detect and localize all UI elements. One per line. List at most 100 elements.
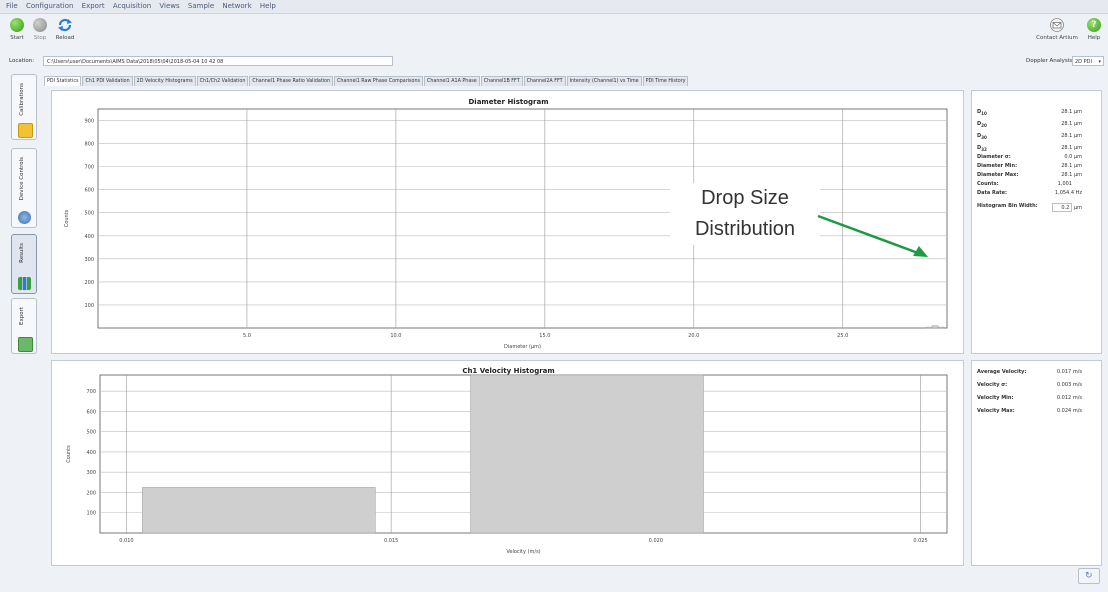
location-field[interactable]: C:\Users\user\Documents\AIMS Data\2018\0… xyxy=(43,56,393,66)
sidebar: Calibrations Device Controls Results Exp… xyxy=(11,74,39,574)
reload-icon xyxy=(57,18,73,32)
stat-label: Counts: xyxy=(977,181,999,187)
help-icon: ? xyxy=(1087,18,1101,32)
annotation-line-1: Drop Size xyxy=(701,187,789,209)
x-tick-label: 10.0 xyxy=(390,333,401,339)
menu-bar: File Configuration Export Acquisition Vi… xyxy=(0,0,1108,14)
tab-pdi-time-history[interactable]: PDI Time History xyxy=(642,76,689,86)
stat-unit: m/s xyxy=(1072,408,1082,414)
menu-configuration[interactable]: Configuration xyxy=(26,2,73,10)
doppler-analysis-value: 2D PDI xyxy=(1075,59,1092,65)
stat-unit: m/s xyxy=(1072,369,1082,375)
stat-unit: µm xyxy=(1073,145,1082,151)
y-tick-label: 900 xyxy=(84,119,94,125)
y-tick-label: 700 xyxy=(86,389,96,395)
stat-unit: m/s xyxy=(1072,395,1082,401)
drop-size-annotation: Drop Size Distribution xyxy=(670,183,820,245)
y-axis-label: Counts xyxy=(64,209,70,227)
sidebar-item-results[interactable]: Results xyxy=(11,234,37,294)
stat-velocity-min: Velocity Min: 0.012 m/s xyxy=(977,395,1082,401)
stat-value: 0.0 xyxy=(1064,154,1073,160)
diameter-stats-panel: D10 28.1 µm D20 28.1 µm D30 28.1 µm D32 28.1… xyxy=(971,90,1102,354)
velocity-stats-panel: Average Velocity: 0.017 m/s Velocity σ: 0.… xyxy=(971,360,1102,566)
menu-acquisition[interactable]: Acquisition xyxy=(113,2,151,10)
tab-ch1-pdi-validation[interactable]: Ch1 PDI Validation xyxy=(82,76,133,86)
tab-2d-velocity-histograms[interactable]: 2D Velocity Histograms xyxy=(133,76,196,86)
location-label: Location: xyxy=(9,58,35,64)
start-button[interactable]: Start xyxy=(6,18,28,41)
tab-bar: PDI Statistics Ch1 PDI Validation 2D Veloc… xyxy=(44,76,689,86)
sidebar-item-export[interactable]: Export xyxy=(11,298,37,354)
doppler-analysis-select[interactable]: 2D PDI ▾ xyxy=(1072,56,1104,66)
stat-velocity-sigma: Velocity σ: 0.003 m/s xyxy=(977,382,1082,388)
tab-a1a-phase[interactable]: Channel1 A1A Phase xyxy=(423,76,480,86)
stat-subscript: 30 xyxy=(981,135,987,140)
stat-value: 28.1 xyxy=(1061,109,1073,115)
sidebar-item-label: Results xyxy=(19,243,25,263)
stat-subscript: 20 xyxy=(981,123,987,128)
sidebar-item-label: Device Controls xyxy=(19,157,25,201)
bin-width-input[interactable]: 0.2 xyxy=(1052,203,1073,212)
diameter-histogram-panel: Diameter Histogram 100 200 300 400 500 600 700… xyxy=(51,90,964,354)
bin-width-unit: µm xyxy=(1073,205,1082,211)
toolbar: Start Stop Reload Contact Artium ? Help xyxy=(0,14,1108,52)
menu-network[interactable]: Network xyxy=(222,2,251,10)
tab-phase-ratio-validation[interactable]: Channel1 Phase Ratio Validation xyxy=(249,76,334,86)
contact-artium-button[interactable]: Contact Artium xyxy=(1036,18,1078,41)
y-tick-label: 100 xyxy=(86,511,96,517)
stat-value: 28.1 xyxy=(1061,163,1073,169)
stat-unit: µm xyxy=(1073,121,1082,127)
stat-unit: µm xyxy=(1073,154,1082,160)
menu-help[interactable]: Help xyxy=(260,2,276,10)
stat-value: 1,001 xyxy=(1057,181,1072,187)
y-tick-label: 700 xyxy=(84,165,94,171)
start-label: Start xyxy=(10,35,24,41)
corner-button[interactable]: ↻ xyxy=(1078,568,1100,584)
stat-value: 28.1 xyxy=(1061,133,1073,139)
stat-value: 28.1 xyxy=(1061,145,1073,151)
tab-ch1-ch2-validation[interactable]: Ch1/Ch2 Validation xyxy=(196,76,249,86)
stat-label: Diameter Max: xyxy=(977,172,1019,178)
y-tick-label: 200 xyxy=(84,280,94,286)
stat-d20: D20 28.1 µm xyxy=(977,121,1082,128)
x-tick-label: 5.0 xyxy=(243,333,251,339)
x-tick-label: 20.0 xyxy=(688,333,699,339)
x-tick-label: 0.020 xyxy=(649,538,663,544)
reload-label: Reload xyxy=(55,35,75,41)
stat-value: 0.017 xyxy=(1056,369,1072,375)
menu-file[interactable]: File xyxy=(6,2,18,10)
stat-d10: D10 28.1 µm xyxy=(977,109,1082,116)
stop-button[interactable]: Stop xyxy=(29,18,51,41)
stat-subscript: 32 xyxy=(981,147,987,152)
menu-sample[interactable]: Sample xyxy=(188,2,214,10)
help-button[interactable]: ? Help xyxy=(1083,18,1105,41)
tab-raw-phase-comparisons[interactable]: Channel1 Raw Phase Comparisons xyxy=(334,76,423,86)
y-tick-label: 600 xyxy=(84,188,94,194)
tab-pdi-statistics[interactable]: PDI Statistics xyxy=(44,76,82,86)
stat-d32: D32 28.1 µm xyxy=(977,145,1082,152)
y-tick-label: 400 xyxy=(86,450,96,456)
stat-unit: µm xyxy=(1073,133,1082,139)
sidebar-item-device-controls[interactable]: Device Controls xyxy=(11,148,37,228)
stat-label: Velocity σ: xyxy=(977,382,1008,388)
stop-icon xyxy=(33,18,47,32)
x-axis-label: Velocity (m/s) xyxy=(506,549,540,555)
tab-intensity-vs-time[interactable]: Intensity (Channel1) vs Time xyxy=(566,76,642,86)
stat-counts: Counts: 1,001 xyxy=(977,181,1082,187)
location-row: Location: C:\Users\user\Documents\AIMS D… xyxy=(0,55,1108,69)
y-tick-label: 100 xyxy=(84,303,94,309)
velocity-histogram-chart: 100 200 300 400 500 600 700 0.010 0.015 0.020 0.02… xyxy=(66,374,948,555)
x-tick-label: 0.025 xyxy=(913,538,927,544)
y-axis-label: Counts xyxy=(66,445,72,463)
sidebar-item-calibrations[interactable]: Calibrations xyxy=(11,74,37,140)
tab-channel1b-fft[interactable]: Channel1B FFT xyxy=(480,76,523,86)
stat-label: Diameter Min: xyxy=(977,163,1018,169)
reload-button[interactable]: Reload xyxy=(54,18,76,41)
tab-channel2a-fft[interactable]: Channel2A FFT xyxy=(523,76,566,86)
diameter-histogram-chart: 100 200 300 400 500 600 700 800 900 5.0 10.0 15.0 20… xyxy=(64,108,948,350)
histogram-bar xyxy=(925,326,933,329)
histogram-bar xyxy=(931,325,939,329)
menu-export[interactable]: Export xyxy=(82,2,105,10)
menu-views[interactable]: Views xyxy=(159,2,179,10)
stat-average-velocity: Average Velocity: 0.017 m/s xyxy=(977,369,1082,375)
